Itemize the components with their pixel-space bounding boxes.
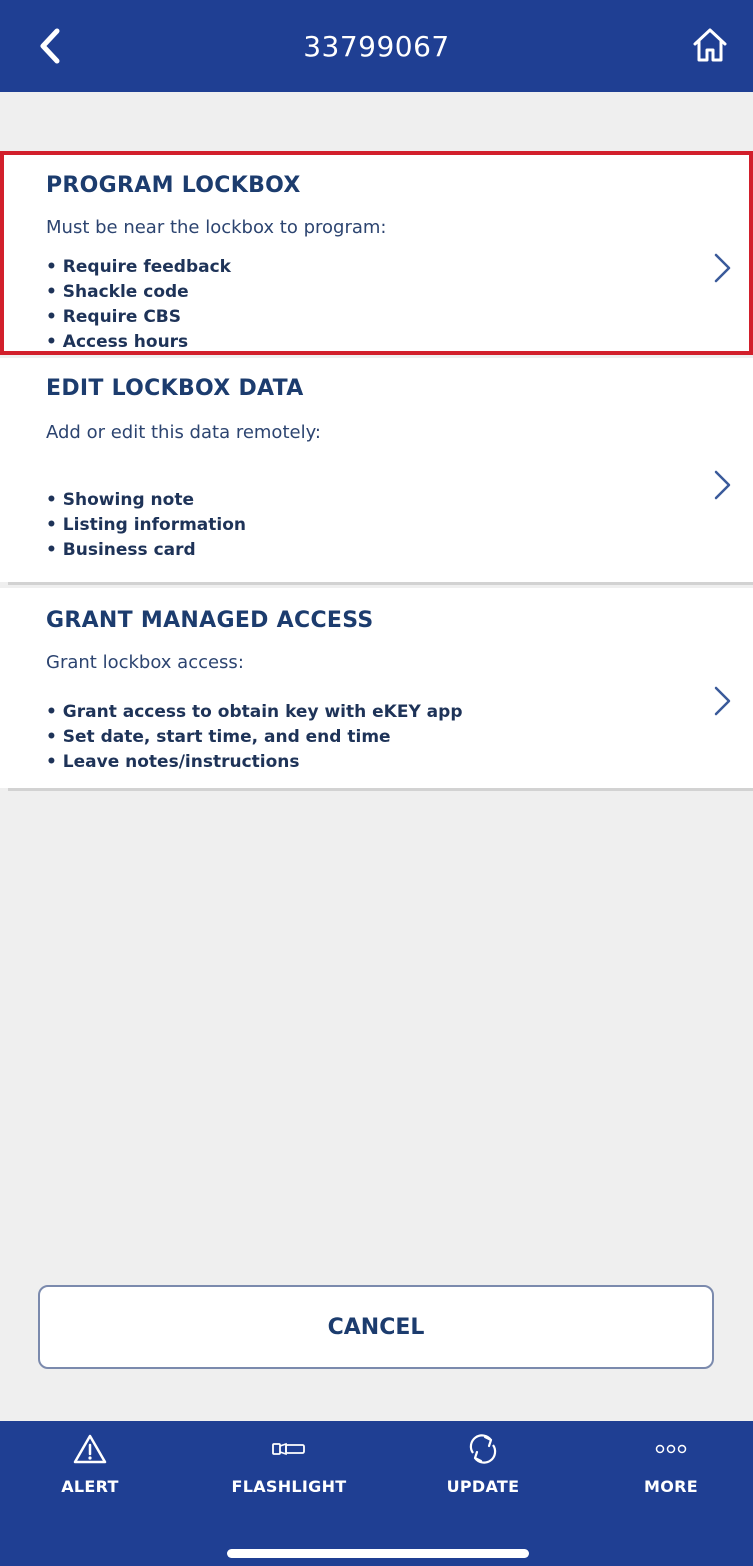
home-icon — [693, 28, 727, 62]
option-bullet: • Shackle code — [46, 282, 189, 302]
option-bullet-list: • Showing note • Listing information • B… — [46, 488, 246, 563]
option-bullet: • Set date, start time, and end time — [46, 727, 391, 747]
tab-flashlight[interactable]: FLASHLIGHT — [214, 1431, 364, 1511]
option-title: EDIT LOCKBOX DATA — [46, 376, 304, 401]
sync-icon — [465, 1431, 501, 1467]
chevron-right-icon — [714, 470, 731, 500]
bottom-tab-bar: ALERT FLASHLIGHT UPDATE MORE — [0, 1421, 753, 1566]
cancel-button[interactable]: CANCEL — [38, 1285, 714, 1369]
option-bullet: • Listing information — [46, 515, 247, 535]
option-title: GRANT MANAGED ACCESS — [46, 608, 374, 633]
home-button[interactable] — [687, 22, 733, 68]
program-lockbox-option[interactable]: PROGRAM LOCKBOX Must be near the lockbox… — [0, 151, 753, 355]
option-bullet: • Showing note — [46, 490, 194, 510]
chevron-left-icon — [40, 28, 60, 64]
more-dots-icon — [653, 1431, 689, 1467]
chevron-right-icon — [714, 253, 731, 283]
page-title: 33799067 — [303, 29, 450, 63]
tab-label: MORE — [644, 1477, 698, 1496]
option-bullet: • Grant access to obtain key with eKEY a… — [46, 702, 463, 722]
option-description: Grant lockbox access: — [46, 652, 244, 673]
tab-more[interactable]: MORE — [596, 1431, 746, 1511]
option-bullet-list: • Require feedback • Shackle code • Requ… — [46, 255, 231, 355]
option-description: Add or edit this data remotely: — [46, 422, 321, 443]
option-title: PROGRAM LOCKBOX — [46, 173, 301, 198]
home-indicator — [227, 1549, 529, 1558]
tab-alert[interactable]: ALERT — [15, 1431, 165, 1511]
warning-icon — [72, 1431, 108, 1467]
option-bullet: • Access hours — [46, 332, 189, 352]
option-bullet: • Require feedback — [46, 257, 231, 277]
option-bullet-list: • Grant access to obtain key with eKEY a… — [46, 700, 462, 775]
divider — [8, 582, 753, 585]
tab-update[interactable]: UPDATE — [408, 1431, 558, 1511]
tab-label: FLASHLIGHT — [231, 1477, 347, 1496]
option-bullet: • Require CBS — [46, 307, 182, 327]
grant-managed-access-option[interactable]: GRANT MANAGED ACCESS Grant lockbox acces… — [0, 588, 753, 788]
tab-label: UPDATE — [446, 1477, 520, 1496]
back-button[interactable] — [30, 24, 70, 68]
divider — [8, 788, 753, 791]
flashlight-icon — [271, 1431, 307, 1467]
tab-label: ALERT — [61, 1477, 119, 1496]
option-description: Must be near the lockbox to program: — [46, 217, 387, 238]
option-bullet: • Leave notes/instructions — [46, 752, 300, 772]
edit-lockbox-data-option[interactable]: EDIT LOCKBOX DATA Add or edit this data … — [0, 358, 753, 582]
top-bar: 33799067 — [0, 0, 753, 92]
chevron-right-icon — [714, 686, 731, 716]
option-bullet: • Business card — [46, 540, 196, 560]
